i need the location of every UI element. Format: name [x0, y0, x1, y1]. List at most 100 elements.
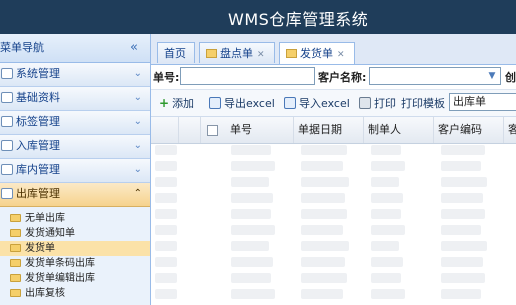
window-icon — [1, 68, 13, 79]
customer-label: 客户名称: — [318, 71, 367, 84]
menu-label-mgmt[interactable]: 标签管理 ⌄ — [0, 111, 150, 135]
menu-label: 标签管理 — [16, 115, 60, 128]
table-row[interactable] — [151, 142, 516, 158]
table-row[interactable] — [151, 190, 516, 206]
select-all-checkbox[interactable] — [207, 125, 218, 136]
menu-in-warehouse[interactable]: 库内管理 ⌄ — [0, 159, 150, 183]
table-row[interactable] — [151, 270, 516, 286]
table-row[interactable] — [151, 174, 516, 190]
folder-icon — [206, 49, 217, 58]
subitem-label: 发货单 — [25, 243, 55, 254]
chevron-up-icon: ⌃ — [133, 188, 142, 199]
table-row[interactable] — [151, 286, 516, 302]
col-order-date[interactable]: 单据日期 — [294, 117, 364, 143]
row-number-header — [151, 117, 179, 143]
subitem-barcode-outbound[interactable]: 发货单条码出库 — [0, 256, 150, 271]
menu-inbound[interactable]: 入库管理 ⌄ — [0, 135, 150, 159]
window-icon — [1, 116, 13, 127]
subitem-shipping-notice[interactable]: 发货通知单 — [0, 226, 150, 241]
subitem-no-order-outbound[interactable]: 无单出库 — [0, 211, 150, 226]
col-creator[interactable]: 制单人 — [364, 117, 434, 143]
window-icon — [1, 164, 13, 175]
tab-label: 首页 — [164, 47, 186, 60]
template-value: 出库单 — [453, 95, 486, 108]
menu-label: 基础资料 — [16, 91, 60, 104]
printer-icon — [359, 97, 371, 109]
tab-bar: 首页 盘点单 ✕ 发货单 ✕ — [151, 34, 516, 65]
export-icon — [209, 97, 221, 109]
chevron-down-icon: ⌄ — [133, 116, 142, 127]
subitem-edit-outbound[interactable]: 发货单编辑出库 — [0, 271, 150, 286]
subitem-label: 出库复核 — [25, 288, 65, 299]
table-row[interactable] — [151, 206, 516, 222]
menu-label: 库内管理 — [16, 163, 60, 176]
menu-outbound[interactable]: 出库管理 ⌃ — [0, 183, 150, 207]
close-icon[interactable]: ✕ — [257, 50, 265, 60]
import-label: 导入excel — [299, 97, 350, 110]
folder-icon — [10, 229, 21, 237]
subitem-label: 无单出库 — [25, 213, 65, 224]
toolbar: + 添加 导出excel 导入excel 打印 打印模板 出库单 — [151, 90, 516, 117]
export-label: 导出excel — [224, 97, 275, 110]
grid-body — [151, 142, 516, 305]
tab-home[interactable]: 首页 — [157, 42, 195, 63]
menu-label: 入库管理 — [16, 139, 60, 152]
print-label: 打印 — [374, 97, 396, 110]
subitem-outbound-review[interactable]: 出库复核 — [0, 286, 150, 301]
col-customer-more[interactable]: 客 — [504, 117, 516, 143]
tab-stocktake[interactable]: 盘点单 ✕ — [199, 42, 275, 63]
window-icon — [1, 188, 13, 199]
collapse-icon[interactable]: « — [130, 34, 138, 62]
table-row[interactable] — [151, 222, 516, 238]
table-row[interactable] — [151, 158, 516, 174]
add-label: 添加 — [172, 97, 195, 110]
table-row[interactable] — [151, 254, 516, 270]
chevron-down-icon: ⌄ — [133, 164, 142, 175]
folder-icon — [10, 274, 21, 282]
folder-icon — [10, 214, 21, 222]
table-row[interactable] — [151, 238, 516, 254]
folder-icon — [10, 244, 21, 252]
import-excel-button[interactable]: 导入excel — [284, 95, 350, 111]
chevron-down-icon: ⌄ — [133, 68, 142, 79]
plus-icon: + — [159, 96, 170, 110]
menu-label: 出库管理 — [16, 187, 60, 200]
sidebar-title: 菜单导航 — [0, 41, 44, 54]
folder-icon — [10, 289, 21, 297]
chevron-down-icon: ⌄ — [133, 140, 142, 151]
subitem-label: 发货单条码出库 — [25, 258, 95, 269]
window-icon — [1, 92, 13, 103]
export-excel-button[interactable]: 导出excel — [209, 95, 275, 111]
window-icon — [1, 140, 13, 151]
menu-label: 系统管理 — [16, 67, 60, 80]
import-icon — [284, 97, 296, 109]
print-template-select[interactable]: 出库单 — [449, 93, 516, 111]
print-template-label: 打印模板 — [401, 97, 445, 110]
create-label: 创 — [505, 71, 516, 84]
menu-system[interactable]: 系统管理 ⌄ — [0, 63, 150, 87]
chevron-down-icon[interactable]: ▼ — [484, 68, 500, 84]
sidebar: 菜单导航 « 系统管理 ⌄ 基础资料 ⌄ 标签管理 ⌄ 入库管理 ⌄ 库内管理 … — [0, 34, 151, 305]
app-header: WMS仓库管理系统 — [0, 0, 516, 34]
tab-shipping-order[interactable]: 发货单 ✕ — [279, 42, 355, 64]
col-customer-code[interactable]: 客户编码 — [434, 117, 504, 143]
subitem-label: 发货单编辑出库 — [25, 273, 95, 284]
subitem-shipping-order[interactable]: 发货单 — [0, 241, 150, 256]
main-content: 首页 盘点单 ✕ 发货单 ✕ 单号: 客户名称: ▼ 创 + 添加 导出excel 导… — [151, 34, 516, 305]
expander-header — [179, 117, 201, 143]
folder-icon — [286, 49, 297, 58]
sidebar-header: 菜单导航 « — [0, 34, 150, 63]
order-no-input[interactable] — [180, 67, 315, 85]
folder-icon — [10, 259, 21, 267]
close-icon[interactable]: ✕ — [337, 50, 345, 60]
filter-bar: 单号: 客户名称: ▼ 创 — [151, 65, 516, 90]
menu-basic-data[interactable]: 基础资料 ⌄ — [0, 87, 150, 111]
order-no-label: 单号: — [153, 71, 180, 84]
add-button[interactable]: + 添加 — [159, 95, 194, 111]
print-button[interactable]: 打印 — [359, 95, 396, 111]
col-order-no[interactable]: 单号 — [226, 117, 294, 143]
chevron-down-icon: ⌄ — [133, 92, 142, 103]
app-title: WMS仓库管理系统 — [228, 10, 369, 29]
tab-label: 盘点单 — [220, 47, 253, 60]
customer-select[interactable] — [369, 67, 501, 85]
